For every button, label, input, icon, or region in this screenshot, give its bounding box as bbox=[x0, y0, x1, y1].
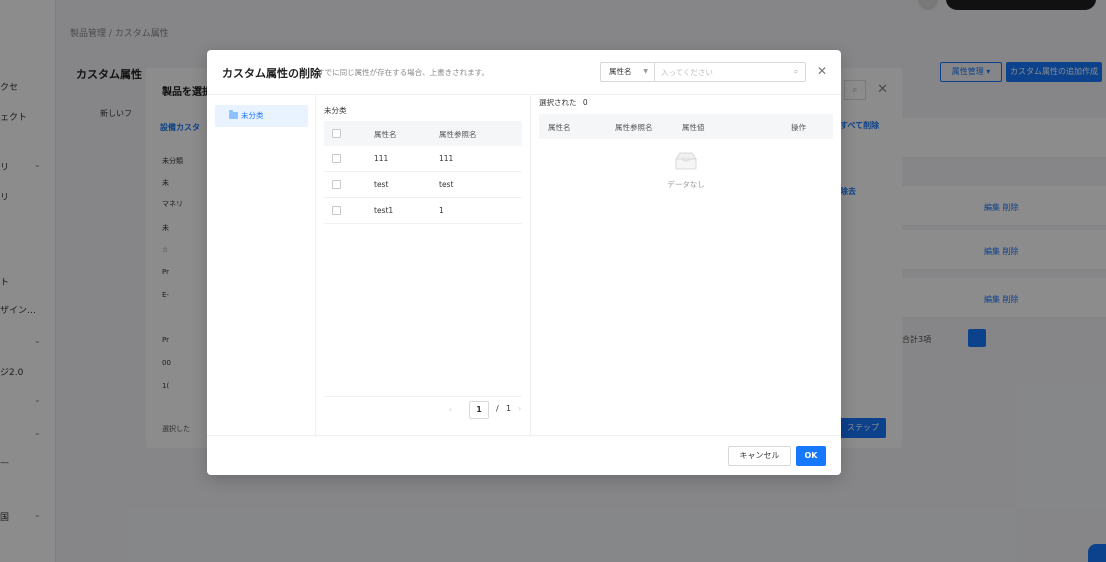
cell-attribute-ref-name: test bbox=[439, 180, 454, 189]
pager-separator: / bbox=[496, 404, 499, 413]
cell-attribute-name: test1 bbox=[374, 206, 394, 215]
modal-footer: キャンセル OK bbox=[207, 436, 841, 475]
pager-total: 1 bbox=[506, 404, 512, 413]
table-row[interactable]: test test bbox=[324, 172, 522, 198]
cell-attribute-name: 111 bbox=[374, 154, 389, 163]
empty-text: データなし bbox=[667, 180, 705, 189]
chevron-down-icon: ▼ bbox=[643, 68, 648, 75]
chevron-right-icon[interactable]: › bbox=[518, 404, 521, 413]
cell-attribute-ref-name: 111 bbox=[439, 154, 454, 163]
selected-title-label: 選択された bbox=[539, 98, 577, 107]
select-all-checkbox[interactable] bbox=[332, 129, 341, 138]
ok-button[interactable]: OK bbox=[796, 446, 826, 466]
search-icon[interactable]: ⌕ bbox=[787, 63, 805, 81]
search-input[interactable] bbox=[655, 63, 787, 81]
search-group: 属性名 ▼ ⌕ bbox=[600, 62, 806, 82]
delete-custom-attribute-modal: カスタム属性の削除 すでに同じ属性が存在する場合、上書きされます。 属性名 ▼ … bbox=[207, 50, 841, 475]
pagination: ‹ 1 / 1 › bbox=[324, 396, 522, 426]
cell-attribute-name: test bbox=[374, 180, 389, 189]
folder-icon bbox=[229, 110, 238, 119]
modal-body: 未分类 未分类 属性名 属性参照名 111 111 test test test… bbox=[207, 94, 841, 437]
row-checkbox[interactable] bbox=[332, 180, 341, 189]
selected-count: 0 bbox=[582, 98, 588, 107]
modal-title: カスタム属性の削除 bbox=[222, 67, 321, 80]
attribute-list-title: 未分类 bbox=[324, 106, 347, 115]
cell-attribute-ref-name: 1 bbox=[439, 206, 444, 215]
table-row[interactable]: test1 1 bbox=[324, 198, 522, 224]
search-field-select[interactable]: 属性名 ▼ bbox=[601, 63, 655, 81]
header-attribute-name: 属性名 bbox=[374, 130, 397, 139]
category-panel: 未分类 bbox=[207, 95, 316, 437]
cancel-button[interactable]: キャンセル bbox=[728, 446, 791, 466]
close-icon[interactable]: ✕ bbox=[815, 63, 829, 79]
header-attribute-ref-name: 属性参照名 bbox=[615, 123, 653, 132]
row-checkbox[interactable] bbox=[332, 154, 341, 163]
modal-header: カスタム属性の削除 すでに同じ属性が存在する場合、上書きされます。 属性名 ▼ … bbox=[207, 50, 841, 94]
attribute-list-panel: 未分类 属性名 属性参照名 111 111 test test test1 1 bbox=[316, 95, 531, 437]
search-field-select-value: 属性名 bbox=[609, 67, 632, 76]
selected-panel: 選択された 0 属性名 属性参照名 属性値 操作 データなし bbox=[531, 95, 841, 437]
modal-subtitle: すでに同じ属性が存在する場合、上書きされます。 bbox=[317, 68, 489, 77]
empty-inbox-icon bbox=[675, 152, 697, 170]
header-attribute-value: 属性値 bbox=[682, 123, 705, 132]
category-item-uncategorized[interactable]: 未分类 bbox=[215, 105, 308, 127]
category-item-label: 未分类 bbox=[241, 111, 264, 120]
table-row[interactable]: 111 111 bbox=[324, 146, 522, 172]
attribute-list-header: 属性名 属性参照名 bbox=[324, 121, 522, 146]
row-checkbox[interactable] bbox=[332, 206, 341, 215]
selected-title: 選択された 0 bbox=[539, 97, 588, 108]
header-attribute-name: 属性名 bbox=[548, 123, 571, 132]
header-attribute-ref-name: 属性参照名 bbox=[439, 130, 477, 139]
pager-current-input[interactable]: 1 bbox=[469, 401, 489, 419]
selected-table-header: 属性名 属性参照名 属性値 操作 bbox=[539, 114, 833, 139]
header-action: 操作 bbox=[791, 123, 806, 132]
chevron-left-icon[interactable]: ‹ bbox=[449, 405, 452, 414]
